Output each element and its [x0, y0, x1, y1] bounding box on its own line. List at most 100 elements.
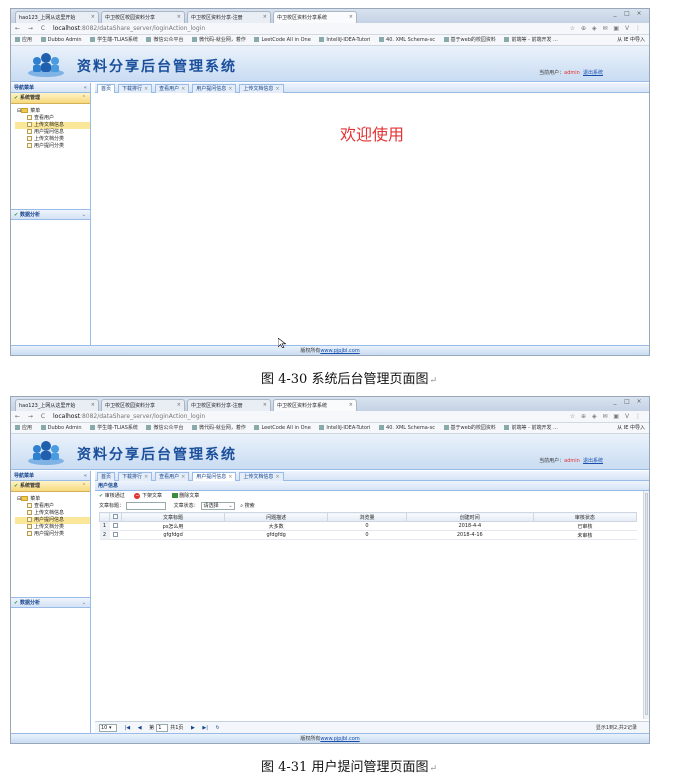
- take-down-button[interactable]: − 下架文章: [134, 491, 162, 501]
- url-field[interactable]: localhost:8082/dataShare_server/loginAct…: [53, 412, 533, 422]
- bookmark[interactable]: 40. XML Schema-sc: [379, 35, 435, 45]
- bookmark[interactable]: 应用: [15, 35, 32, 45]
- bookmark[interactable]: Dubbo Admin: [40, 35, 82, 45]
- checkbox[interactable]: [113, 523, 118, 528]
- tree-item-upload-doc-category[interactable]: 上传文档分类: [15, 136, 90, 143]
- browser-tab[interactable]: 中卫校区校园资料分享 ×: [101, 11, 185, 23]
- bookmark[interactable]: 前端等 - 前端开发 ...: [504, 423, 558, 433]
- tree-item-user-questions[interactable]: 用户提问信息: [15, 517, 90, 524]
- tab-close-icon[interactable]: ×: [91, 402, 95, 408]
- tab-upload-doc-info[interactable]: 上传文档信息 ×: [239, 472, 284, 481]
- status-select[interactable]: 请选择 ⌄: [200, 501, 235, 510]
- bookmark[interactable]: LeetCode All in One: [254, 423, 311, 433]
- tab-close-icon[interactable]: ×: [263, 14, 267, 20]
- import-bookmarks[interactable]: 从 IE 中导入: [617, 35, 645, 45]
- tab-user-questions[interactable]: 用户提问信息 ×: [192, 472, 237, 481]
- tree-item-user-questions[interactable]: 用户提问信息: [15, 129, 90, 136]
- logout-link[interactable]: 退出系统: [583, 458, 603, 464]
- close-window-button[interactable]: ×: [633, 10, 645, 17]
- minimize-button[interactable]: _: [609, 398, 621, 405]
- scrollbar-thumb[interactable]: [645, 493, 648, 715]
- browser-tab[interactable]: 中卫校区校园资料分享 ×: [101, 399, 185, 411]
- collapse-sidebar-icon[interactable]: «: [84, 83, 87, 93]
- tab-close-icon[interactable]: ×: [349, 402, 353, 408]
- bookmark[interactable]: 基于web的校园资料: [443, 423, 496, 433]
- tree-root[interactable]: ⊟ 菜单: [15, 108, 90, 115]
- minimize-button[interactable]: _: [609, 10, 621, 17]
- bookmark[interactable]: 学生端-TLIAS系统: [90, 35, 138, 45]
- browser-tab-active[interactable]: 中卫校区资料分享系统 ×: [273, 399, 357, 411]
- nav-buttons[interactable]: ← → C: [15, 413, 48, 420]
- delete-article-button[interactable]: 删除文章: [171, 491, 199, 501]
- tab-home[interactable]: 首页: [97, 84, 116, 93]
- footer-link[interactable]: www.pjpjbl.com: [320, 348, 359, 354]
- accordion-toggle-icon[interactable]: ⌄: [82, 210, 86, 221]
- row-checkbox[interactable]: [109, 530, 122, 540]
- column-header[interactable]: 问题描述: [224, 512, 329, 522]
- approve-button[interactable]: ✔ 审核通过: [99, 491, 125, 501]
- import-bookmarks[interactable]: 从 IE 中导入: [617, 423, 645, 433]
- tab-close-icon[interactable]: ×: [263, 402, 267, 408]
- page-size-select[interactable]: 10 ▾: [99, 723, 117, 732]
- tab-upload-doc-info[interactable]: 上传文档信息 ×: [239, 84, 284, 93]
- vertical-scrollbar[interactable]: [643, 491, 649, 719]
- tab-close-icon[interactable]: ×: [177, 402, 181, 408]
- select-all-checkbox[interactable]: [109, 512, 122, 522]
- browser-tab[interactable]: 中卫校区资料分享-注册 ×: [187, 399, 271, 411]
- tab-download-rank[interactable]: 下载排行 ×: [117, 472, 153, 481]
- close-tab-icon[interactable]: ×: [275, 474, 279, 480]
- tab-view-users[interactable]: 查看用户 ×: [155, 472, 190, 481]
- tree-item-upload-doc-info[interactable]: 上传文档信息: [15, 122, 90, 129]
- column-header[interactable]: 浏览量: [327, 512, 407, 522]
- close-tab-icon[interactable]: ×: [228, 86, 232, 92]
- tree-item-upload-doc-info[interactable]: 上传文档信息: [15, 510, 90, 517]
- accordion-system-admin[interactable]: ✔ 系统管理 ⌃: [11, 481, 90, 492]
- tree-item-view-users[interactable]: 查看用户: [15, 115, 90, 122]
- footer-link[interactable]: www.pjpjbl.com: [320, 736, 359, 742]
- column-header[interactable]: 审核状态: [532, 512, 638, 522]
- accordion-toggle-icon[interactable]: ⌄: [82, 598, 86, 609]
- bookmark[interactable]: 基于web的校园资料: [443, 35, 496, 45]
- bookmark[interactable]: 前端等 - 前端开发 ...: [504, 35, 558, 45]
- tab-download-rank[interactable]: 下载排行 ×: [117, 84, 153, 93]
- browser-tab[interactable]: hao123_上网从这里开始 ×: [15, 399, 99, 411]
- tab-close-icon[interactable]: ×: [177, 14, 181, 20]
- tab-close-icon[interactable]: ×: [91, 14, 95, 20]
- tree-item-view-users[interactable]: 查看用户: [15, 503, 90, 510]
- table-row[interactable]: 2 gfgfdgd gfdgfdg 0 2018-4-16 未审核: [99, 530, 637, 540]
- bookmark[interactable]: 微代码-就业网，着作: [192, 35, 246, 45]
- search-button[interactable]: ⌕ 搜索: [240, 503, 254, 509]
- nav-buttons[interactable]: ← → C: [15, 25, 48, 32]
- bookmark[interactable]: Dubbo Admin: [40, 423, 82, 433]
- accordion-data-analysis[interactable]: ✔ 数据分析 ⌄: [11, 209, 90, 220]
- logout-link[interactable]: 退出系统: [583, 70, 603, 76]
- bookmark[interactable]: 40. XML Schema-sc: [379, 423, 435, 433]
- column-header[interactable]: 文章标题: [120, 512, 226, 522]
- bookmark[interactable]: LeetCode All in One: [254, 35, 311, 45]
- close-tab-icon[interactable]: ×: [144, 474, 148, 480]
- row-checkbox[interactable]: [109, 521, 122, 531]
- maximize-button[interactable]: □: [621, 398, 633, 405]
- close-tab-icon[interactable]: ×: [275, 86, 279, 92]
- close-window-button[interactable]: ×: [633, 398, 645, 405]
- extension-icons[interactable]: ☆ ⊕ ◈ ✉ ▣ V ⋮: [570, 23, 643, 35]
- url-field[interactable]: localhost:8082/dataShare_server/loginAct…: [53, 24, 533, 34]
- checkbox[interactable]: [113, 514, 118, 519]
- collapse-sidebar-icon[interactable]: «: [84, 471, 87, 481]
- bookmark[interactable]: 学生端-TLIAS系统: [90, 423, 138, 433]
- tab-view-users[interactable]: 查看用户 ×: [155, 84, 190, 93]
- title-search-input[interactable]: [126, 501, 167, 510]
- browser-tab[interactable]: 中卫校区资料分享-注册 ×: [187, 11, 271, 23]
- bookmark[interactable]: IntelliJ-IDEA-Tutori: [319, 35, 370, 45]
- browser-tab[interactable]: hao123_上网从这里开始 ×: [15, 11, 99, 23]
- table-row[interactable]: 1 ps怎么用 大多数 0 2018-4-4 已审核: [99, 521, 637, 531]
- accordion-toggle-icon[interactable]: ⌃: [82, 93, 86, 104]
- column-header[interactable]: 创建时间: [405, 512, 534, 522]
- bookmark[interactable]: 应用: [15, 423, 32, 433]
- tree-item-question-category[interactable]: 用户提问分类: [15, 531, 90, 538]
- tab-close-icon[interactable]: ×: [349, 14, 353, 20]
- accordion-toggle-icon[interactable]: ⌃: [82, 481, 86, 492]
- tree-item-question-category[interactable]: 用户提问分类: [15, 143, 90, 150]
- close-tab-icon[interactable]: ×: [181, 474, 185, 480]
- bookmark[interactable]: 微信公众平台: [146, 423, 183, 433]
